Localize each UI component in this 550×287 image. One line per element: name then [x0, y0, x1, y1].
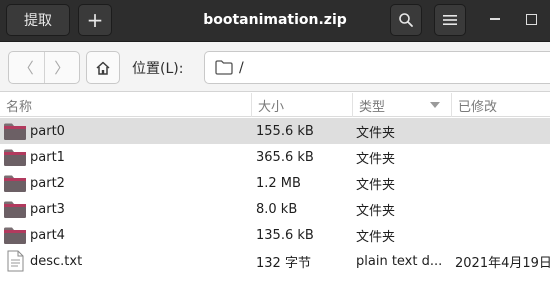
search-icon — [399, 13, 413, 27]
folder-icon — [3, 196, 27, 222]
file-name: part4 — [30, 227, 65, 243]
file-name: desc.txt — [30, 253, 83, 269]
navigation-buttons: 〈 〉 — [8, 51, 80, 84]
column-headers: 名称 大小 类型 已修改 — [0, 93, 550, 117]
back-button[interactable]: 〈 — [9, 52, 44, 83]
file-name: part3 — [30, 201, 65, 217]
folder-icon — [3, 118, 27, 144]
file-row[interactable]: desc.txt 132 字节 plain text d... 2021年4月1… — [0, 248, 550, 274]
folder-icon — [3, 170, 27, 196]
location-path: / — [239, 59, 244, 76]
home-icon — [96, 61, 110, 75]
file-modified: 2021年4月19日 — [455, 255, 550, 271]
file-size: 1.2 MB — [256, 175, 301, 191]
location-label: 位置(L): — [132, 60, 184, 77]
folder-icon — [3, 222, 27, 248]
file-row[interactable]: part3 8.0 kB 文件夹 — [0, 196, 550, 222]
file-row[interactable]: part0 155.6 kB 文件夹 — [0, 118, 550, 144]
home-button[interactable] — [86, 51, 120, 84]
file-type: 文件夹 — [356, 229, 396, 245]
column-header-size[interactable]: 大小 — [251, 93, 351, 117]
file-type: 文件夹 — [356, 203, 396, 219]
hamburger-icon — [443, 15, 457, 25]
folder-outline-icon — [215, 60, 233, 75]
text-file-icon — [3, 248, 27, 274]
file-row[interactable]: part1 365.6 kB 文件夹 — [0, 144, 550, 170]
file-row[interactable]: part2 1.2 MB 文件夹 — [0, 170, 550, 196]
file-name: part2 — [30, 175, 65, 191]
maximize-icon[interactable] — [526, 14, 537, 25]
sort-descending-icon[interactable] — [430, 102, 440, 108]
menu-button[interactable] — [434, 4, 466, 36]
file-name: part0 — [30, 123, 65, 139]
location-field[interactable]: / — [204, 51, 550, 84]
minimize-icon[interactable] — [490, 18, 500, 20]
file-list: part0 155.6 kB 文件夹 part1 365.6 kB 文件夹 pa… — [0, 118, 550, 274]
forward-button[interactable]: 〉 — [43, 52, 80, 83]
file-name: part1 — [30, 149, 65, 165]
window-title: bootanimation.zip — [203, 12, 347, 28]
header-bar: 提取 + bootanimation.zip — [0, 0, 550, 42]
column-header-modified[interactable]: 已修改 — [451, 93, 550, 117]
file-size: 8.0 kB — [256, 201, 298, 217]
file-size: 132 字节 — [256, 255, 311, 271]
archive-window: 提取 + bootanimation.zip 〈 〉 位置(L): / 名称 大… — [0, 0, 550, 287]
folder-icon — [3, 144, 27, 170]
column-header-name[interactable]: 名称 — [0, 93, 250, 117]
file-size: 365.6 kB — [256, 149, 314, 165]
add-files-button[interactable]: + — [78, 4, 112, 36]
location-bar: 〈 〉 位置(L): / — [0, 42, 550, 92]
file-type: 文件夹 — [356, 177, 396, 193]
file-size: 155.6 kB — [256, 123, 314, 139]
file-type: 文件夹 — [356, 125, 396, 141]
file-size: 135.6 kB — [256, 227, 314, 243]
file-type: 文件夹 — [356, 151, 396, 167]
file-type: plain text d... — [356, 253, 443, 269]
extract-button[interactable]: 提取 — [6, 4, 70, 36]
file-row[interactable]: part4 135.6 kB 文件夹 — [0, 222, 550, 248]
search-button[interactable] — [390, 4, 422, 36]
